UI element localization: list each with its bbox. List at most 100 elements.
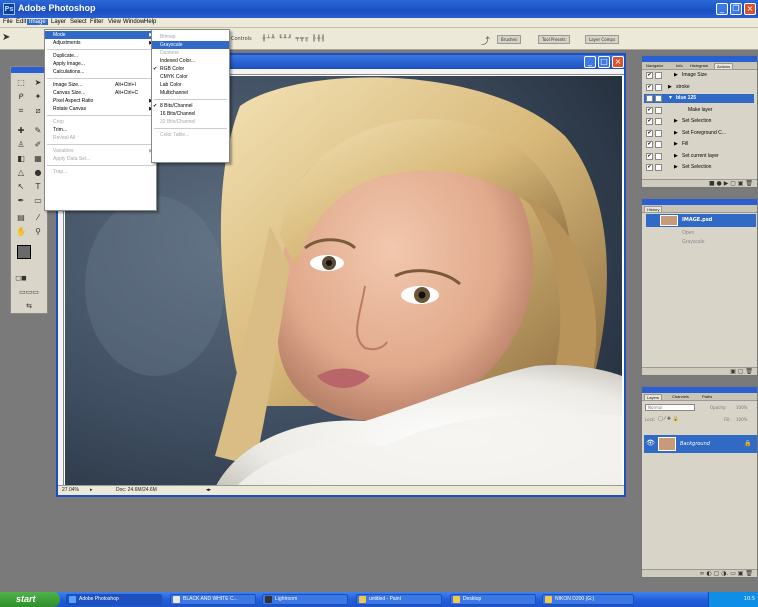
collapsed-triangle-icon[interactable]: ▶ [674, 152, 678, 161]
mode-submenu-item[interactable]: Indexed Color... [152, 57, 229, 65]
tab-navigator[interactable]: Navigator [644, 63, 665, 68]
restore-button[interactable]: ❐ [730, 3, 742, 15]
action-row[interactable]: ✔ Make layer [644, 106, 754, 115]
screen-mode-icons[interactable]: ▭▭▭ [13, 286, 45, 298]
menu-file[interactable]: File [1, 19, 15, 25]
menu-filter[interactable]: Filter [88, 19, 105, 25]
move-tool-icon[interactable]: ➤ [2, 32, 10, 43]
action-toggle-checkbox[interactable]: ✔ [646, 72, 653, 79]
action-row[interactable]: ✔ ▶ Set Foreground C... [644, 129, 754, 138]
zoom-tool-icon[interactable]: ⚲ [30, 226, 46, 238]
lock-icons[interactable]: □ ⁄ ✚ 🔒 [658, 416, 679, 422]
collapsed-triangle-icon[interactable]: ▶ [674, 129, 678, 138]
photoshop-app-icon[interactable]: Ps [3, 3, 15, 15]
image-menu-item[interactable]: Apply Image... [45, 60, 156, 68]
tab-histogram[interactable]: Histogram [688, 63, 710, 68]
fill-value[interactable]: 100% [736, 417, 747, 422]
dialog-toggle-checkbox[interactable] [655, 164, 662, 171]
eye-icon[interactable]: 👁 [646, 439, 655, 447]
pen-tool-icon[interactable]: ✒ [13, 195, 29, 207]
action-row[interactable]: ✔ ▶ Set current layer [644, 152, 754, 161]
action-toggle-checkbox[interactable]: ✔ [646, 141, 653, 148]
taskbar-button[interactable]: Adobe Photoshop [66, 594, 162, 605]
history-snapshot-row[interactable]: IMAGE.psd [646, 214, 756, 227]
foreground-color-swatch[interactable] [17, 245, 31, 259]
collapsed-triangle-icon[interactable]: ▶ [674, 163, 678, 172]
collapsed-triangle-icon[interactable]: ▶ [674, 71, 678, 80]
collapsed-triangle-icon[interactable]: ▶ [668, 83, 672, 92]
collapsed-triangle-icon[interactable]: ▶ [674, 117, 678, 126]
tab-history[interactable]: History [644, 206, 663, 212]
eyedropper-icon[interactable]: ⁄ [30, 212, 46, 224]
expanded-triangle-icon[interactable]: ▼ [668, 94, 673, 103]
align-icons[interactable]: ╫┴╨ ╙╨╜ ╤╦╥ ╟╫╢ [262, 35, 326, 42]
mode-submenu-item[interactable]: 16 Bits/Channel [152, 110, 229, 118]
action-toggle-checkbox[interactable]: ✔ [646, 95, 653, 102]
tab-layer-comps[interactable]: Layer Comps [585, 35, 620, 44]
action-toggle-checkbox[interactable]: ✔ [646, 106, 653, 114]
image-menu-item[interactable]: Calculations... [45, 68, 156, 76]
image-menu-item[interactable]: Rotate Canvas▶ [45, 105, 156, 113]
status-menu-icon[interactable]: ▸ [90, 487, 93, 493]
image-menu-item[interactable]: Adjustments▶ [45, 39, 156, 47]
hand-tool-icon[interactable]: ✋ [13, 226, 29, 238]
history-state[interactable]: Open [644, 229, 754, 238]
tab-channels[interactable]: Channels [670, 394, 691, 399]
blend-mode-select[interactable]: Normal [645, 404, 695, 411]
dialog-toggle-checkbox[interactable] [655, 152, 662, 160]
taskbar-button[interactable]: BLACK AND WHITE C... [170, 594, 256, 605]
image-menu-item[interactable]: Canvas Size... Alt+Ctrl+C [45, 89, 156, 97]
action-row[interactable]: ✔ ▶ Set Selection [644, 163, 754, 172]
action-toggle-checkbox[interactable]: ✔ [646, 164, 653, 171]
opacity-value[interactable]: 100% [736, 405, 747, 410]
image-menu-item[interactable]: Duplicate... [45, 52, 156, 60]
action-row[interactable]: ✔ ▶ stroke [644, 83, 754, 92]
doc-maximize-button[interactable]: □ [598, 56, 610, 68]
action-toggle-checkbox[interactable]: ✔ [646, 83, 653, 91]
dialog-toggle-checkbox[interactable] [655, 129, 662, 137]
action-row[interactable]: ✔ ▶ Image Size [644, 71, 754, 80]
taskbar-button[interactable]: NIKON D200 (G:) [542, 594, 634, 605]
mode-submenu-item[interactable]: CMYK Color [152, 73, 229, 81]
quick-mask-icon[interactable]: ◻◼ [13, 272, 29, 284]
mode-submenu-item[interactable]: ✔ RGB Color [152, 65, 229, 73]
taskbar-button[interactable]: Lightroom [262, 594, 348, 605]
history-state[interactable]: Grayscale [644, 238, 754, 247]
close-button[interactable]: × [744, 3, 756, 15]
taskbar-button[interactable]: Desktop [450, 594, 536, 605]
tab-paths[interactable]: Paths [700, 394, 714, 399]
image-menu-item[interactable]: Mode▶ [45, 31, 156, 39]
start-button[interactable]: start [0, 592, 60, 607]
crop-tool-icon[interactable]: ⌗ [13, 105, 29, 117]
mode-submenu-item[interactable]: Grayscale [152, 41, 229, 49]
notes-tool-icon[interactable]: ▤ [13, 212, 29, 224]
doc-close-button[interactable]: × [612, 56, 624, 68]
tab-info[interactable]: Info [674, 63, 685, 68]
jump-to-imageready-icon[interactable]: ⇆ [13, 300, 45, 312]
dialog-toggle-checkbox[interactable] [655, 83, 662, 91]
menu-select[interactable]: Select [68, 19, 89, 25]
dialog-toggle-checkbox[interactable] [655, 118, 662, 125]
blur-tool-icon[interactable]: △ [13, 167, 29, 179]
scroll-left-icon[interactable]: ◂▸ [206, 487, 211, 493]
action-row[interactable]: ✔ ▼ blue 125 [644, 94, 754, 103]
marquee-tool-icon[interactable]: ⬚ [13, 77, 29, 89]
tab-actions[interactable]: Actions [714, 63, 734, 69]
image-menu-item[interactable]: Image Size... Alt+Ctrl+I [45, 81, 156, 89]
image-menu-item[interactable]: Pixel Aspect Ratio▶ [45, 97, 156, 105]
dialog-toggle-checkbox[interactable] [655, 72, 662, 79]
action-toggle-checkbox[interactable]: ✔ [646, 152, 653, 160]
dialog-toggle-checkbox[interactable] [655, 106, 662, 114]
menu-help[interactable]: Help [142, 19, 158, 25]
dialog-toggle-checkbox[interactable] [655, 95, 662, 102]
minimize-button[interactable]: _ [716, 3, 728, 15]
action-toggle-checkbox[interactable]: ✔ [646, 118, 653, 125]
show-transform-controls[interactable]: Controls [231, 36, 252, 42]
collapsed-triangle-icon[interactable]: ▶ [674, 140, 678, 149]
menu-image[interactable]: Image [27, 19, 48, 25]
path-select-icon[interactable]: ↖ [13, 181, 29, 193]
action-toggle-checkbox[interactable]: ✔ [646, 129, 653, 137]
action-row[interactable]: ✔ ▶ Fill [644, 140, 754, 149]
layer-row-background[interactable]: 👁 Background 🔒 [644, 435, 757, 453]
palette-well-icon[interactable]: ⤴ [481, 34, 490, 47]
